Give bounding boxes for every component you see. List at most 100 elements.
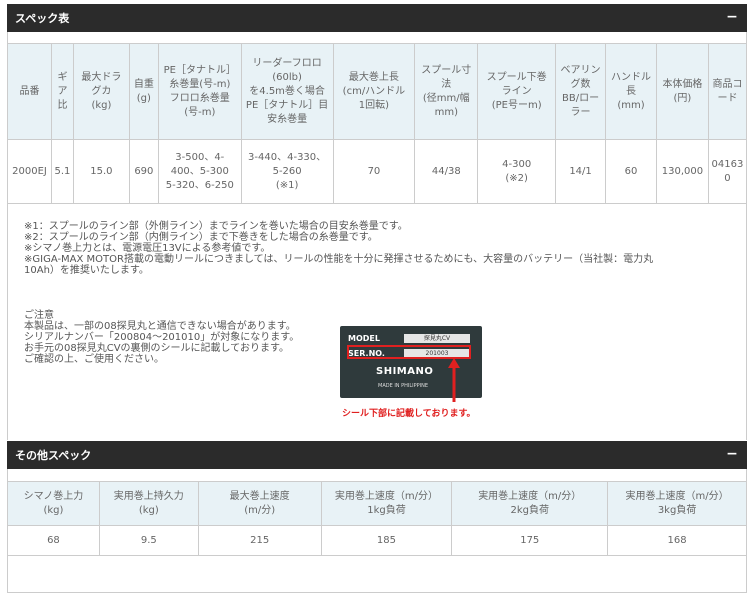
caution-line: 本製品は、一部の08探見丸と通信できない場合があります。 [24, 321, 296, 332]
table-header-cell-text: 実用巻上速度（m/分） [478, 490, 582, 502]
spec-section-header[interactable]: スペック表 − [7, 4, 747, 32]
table-header-cell-text: (号-m) [184, 106, 216, 118]
sticker-model-value: 探見丸CV [404, 334, 470, 343]
collapse-icon[interactable]: − [725, 447, 739, 461]
table-header-cell-text: 実用巻上速度（m/分） [334, 490, 439, 502]
table-cell-text: 2000EJ [12, 165, 47, 177]
spec-table: 品番 ギア比 最大ドラグカ (kg) 自重 (g) PE［タナトル］ 糸巻量(号-m) フロロ糸… [7, 43, 748, 204]
table-header-cell-text: (g) [136, 92, 151, 104]
table-header-cell-text: 長 [625, 85, 636, 97]
table-header-cell-text: 最大巻上速度 [229, 490, 290, 502]
table-header-cell-text: ード [717, 92, 738, 104]
table-header-cell-text: (kg) [138, 504, 159, 516]
sticker-model-label: MODEL [348, 334, 380, 343]
table-cell-text: 4-300 [502, 158, 532, 170]
table-header-cell-text: 法 [441, 78, 452, 90]
table-cell-text: 0 [724, 172, 731, 184]
table-cell-text: 168 [667, 534, 687, 546]
caution-line: お手元の08探見丸CVの裏側のシールに記載しております。 [24, 343, 289, 354]
table-header-cell-text: スプール下巻 [486, 71, 547, 83]
table-cell-text: 60 [624, 165, 638, 177]
table-header-cell-text: 比 [57, 99, 68, 111]
table-header-cell-text: 商品コ [712, 78, 743, 90]
table-header-cell-text: PE［タナトル］ [163, 64, 236, 76]
table-header-cell: リーダーフロロ (60lb) を4.5m巻く場合 PE［タナトル］目 安糸巻量 [240, 43, 334, 140]
other-spec-section-header[interactable]: その他スペック − [7, 441, 747, 469]
table-header-cell-text: ベアリン [560, 64, 601, 76]
caution-line: シリアルナンバー「200804～201010」が対象になります。 [24, 332, 300, 343]
table-header-cell-text: mm) [434, 106, 458, 118]
footnotes: ※1：スプールのライン部（外側ライン）までラインを巻いた場合の目安糸巻量です。 ※… [24, 221, 744, 276]
table-header-cell-text: ライン [501, 85, 532, 97]
table-header-cell: 実用巻上持久力 (kg) [98, 481, 199, 526]
table-cell-text: 130,000 [661, 165, 704, 177]
table-header-cell-text: グ数 [570, 78, 591, 90]
other-spec-section-title: その他スペック [15, 449, 92, 462]
table-header-cell-text: 1kg負荷 [367, 504, 406, 516]
table-header-cell-text: ギ [57, 71, 68, 83]
table-header-cell-text: (kg) [91, 99, 112, 111]
table-cell: 44/38 [414, 139, 479, 204]
table-cell: 130,000 [655, 139, 709, 204]
page: スペック表 − 品番 ギア比 最大ドラグカ (kg) 自重 (g) PE［タナトル］ 糸巻量(… [0, 0, 754, 596]
table-header-cell-text: (円) [673, 92, 692, 104]
table-cell: 4-300 (※2) [477, 139, 557, 204]
spec-section-title: スペック表 [15, 12, 70, 25]
table-header-cell-text: BB/ロー [562, 92, 600, 104]
table-header-cell-text: 実用巻上持久力 [113, 490, 184, 502]
table-cell: 2000EJ [7, 139, 52, 204]
table-cell-text: 5.1 [54, 165, 71, 177]
table-cell-text: 690 [134, 165, 154, 177]
table-row: 2000EJ 5.1 15.0 690 3-500、4- 400、5-300 5-320、6… [7, 139, 748, 204]
table-cell-text: (※1) [275, 179, 299, 191]
table-header-cell: 自重 (g) [128, 43, 159, 140]
table-cell: 68 [7, 525, 100, 556]
table-header-cell-text: 実用巻上速度（m/分） [625, 490, 729, 502]
table-header-cell-text: 最大ドラ [81, 71, 122, 83]
table-header-cell-text: グカ [91, 85, 112, 97]
table-cell: 70 [332, 139, 416, 204]
table-cell: 9.5 [98, 525, 199, 556]
table-header-cell-text: 安糸巻量 [267, 113, 308, 125]
table-cell: 185 [320, 525, 453, 556]
note-line: ※GIGA-MAX MOTOR搭載の電動リールにつきましては、リールの性能を十分… [24, 254, 654, 265]
table-cell: 5.1 [50, 139, 74, 204]
table-cell-text: 14/1 [569, 165, 592, 177]
table-header-cell-text: 品番 [19, 85, 40, 97]
table-header-cell-text: 本体価格 [662, 78, 703, 90]
note-line: ※1：スプールのライン部（外側ライン）までラインを巻いた場合の目安糸巻量です。 [24, 221, 408, 232]
table-cell: 690 [128, 139, 159, 204]
table-header-cell: 品番 [7, 43, 52, 140]
table-header-cell-text: 2kg負荷 [510, 504, 550, 516]
table-header-cell: スプール下巻 ライン (PE号ーm) [477, 43, 557, 140]
table-header-cell-text: 糸巻量(号-m) [169, 78, 231, 90]
table-cell: 215 [197, 525, 322, 556]
table-cell-text: 5-320、6-250 [165, 179, 234, 191]
table-cell-text: 44/38 [431, 165, 461, 177]
table-header-cell-text: 3kg負荷 [657, 504, 697, 516]
serial-sticker-image: MODEL 探見丸CV SER.NO. 201003 SHIMANO MADE … [340, 326, 482, 398]
caution-line: ご注意 [24, 310, 54, 321]
note-line: ※2：スプールのライン部（内側ライン）まで下巻きをした場合の糸巻量です。 [24, 232, 378, 243]
table-cell: 3-440、4-330、 5-260 (※1) [240, 139, 334, 204]
table-header-cell: 最大ドラグカ (kg) [72, 43, 130, 140]
table-cell: 168 [607, 525, 747, 556]
table-header-cell-text: (cm/ハンドル [342, 85, 406, 97]
table-header-cell-text: (kg) [43, 504, 64, 516]
table-header-cell-text: ア [57, 85, 68, 97]
table-header-cell: 最大巻上速度 (m/分) [197, 481, 322, 526]
table-cell-text: 3-500、4- [175, 151, 225, 163]
table-header-cell-text: (mm) [617, 99, 645, 111]
table-header-cell-text: フロロ糸巻量 [169, 92, 230, 104]
table-header-cell-text: (60lb) [272, 71, 302, 83]
caution-line: ご確認の上、ご使用ください。 [24, 354, 164, 365]
table-header-cell-text: (m/分) [244, 504, 276, 516]
table-header-cell: 実用巻上速度（m/分） 3kg負荷 [607, 481, 747, 526]
table-cell-text: 175 [520, 534, 540, 546]
note-line: 10Ah）を推奨いたします。 [24, 265, 149, 276]
other-spec-table: シマノ巻上力 (kg) 実用巻上持久力 (kg) 最大巻上速度 (m/分) 実用巻上速度（m… [7, 481, 747, 556]
arrow-up-icon [448, 358, 460, 402]
table-cell: 04163 0 [707, 139, 748, 204]
collapse-icon[interactable]: − [725, 10, 739, 24]
table-header-cell: ハンドル長 (mm) [605, 43, 657, 140]
